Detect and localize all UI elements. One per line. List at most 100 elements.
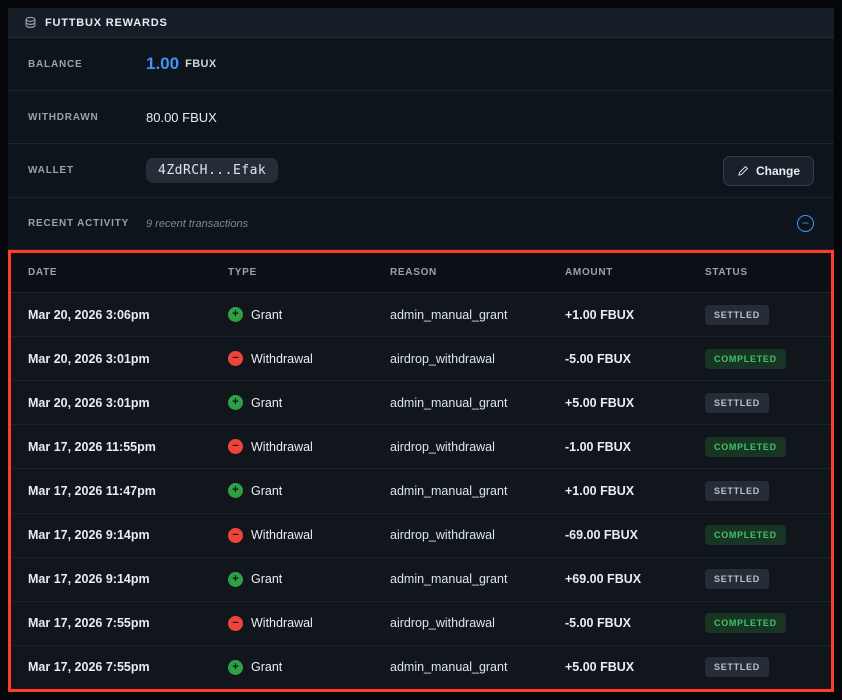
transaction-date: Mar 17, 2026 11:55pm: [28, 440, 228, 454]
table-row: Mar 17, 2026 11:55pm − Withdrawal airdro…: [11, 425, 831, 469]
status-badge: COMPLETED: [705, 613, 786, 633]
transaction-type: + Grant: [228, 660, 390, 675]
transaction-type: + Grant: [228, 395, 390, 410]
grant-plus-icon: +: [228, 572, 243, 587]
balance-unit: FBUX: [185, 58, 217, 70]
table-row: Mar 17, 2026 9:14pm − Withdrawal airdrop…: [11, 514, 831, 558]
transaction-amount: -69.00 FBUX: [565, 528, 705, 542]
column-header-type: TYPE: [228, 267, 390, 278]
withdrawn-value: 80.00 FBUX: [146, 110, 217, 125]
transaction-status: SETTLED: [705, 481, 831, 501]
recent-activity-row: RECENT ACTIVITY 9 recent transactions −: [8, 198, 834, 250]
table-header: DATE TYPE REASON AMOUNT STATUS: [11, 253, 831, 293]
collapse-minus-icon[interactable]: −: [797, 215, 814, 232]
transaction-status: SETTLED: [705, 305, 831, 325]
status-badge: SETTLED: [705, 481, 769, 501]
transaction-status: COMPLETED: [705, 437, 831, 457]
transaction-amount: +1.00 FBUX: [565, 308, 705, 322]
column-header-date: DATE: [28, 267, 228, 278]
grant-plus-icon: +: [228, 483, 243, 498]
grant-plus-icon: +: [228, 660, 243, 675]
transaction-status: COMPLETED: [705, 525, 831, 545]
status-badge: SETTLED: [705, 657, 769, 677]
grant-plus-icon: +: [228, 395, 243, 410]
transaction-type: + Grant: [228, 307, 390, 322]
transaction-amount: +5.00 FBUX: [565, 396, 705, 410]
transaction-date: Mar 17, 2026 9:14pm: [28, 572, 228, 586]
edit-pencil-icon: [737, 165, 749, 177]
grant-plus-icon: +: [228, 307, 243, 322]
transaction-type: + Grant: [228, 483, 390, 498]
status-badge: COMPLETED: [705, 437, 786, 457]
withdrawal-minus-icon: −: [228, 528, 243, 543]
transaction-amount: -5.00 FBUX: [565, 616, 705, 630]
status-badge: COMPLETED: [705, 349, 786, 369]
balance-row: BALANCE 1.00 FBUX: [8, 38, 834, 91]
table-row: Mar 20, 2026 3:01pm + Grant admin_manual…: [11, 381, 831, 425]
transaction-date: Mar 17, 2026 9:14pm: [28, 528, 228, 542]
table-row: Mar 17, 2026 7:55pm + Grant admin_manual…: [11, 646, 831, 689]
status-badge: COMPLETED: [705, 525, 786, 545]
transaction-amount: -1.00 FBUX: [565, 440, 705, 454]
transaction-reason: admin_manual_grant: [390, 396, 565, 410]
transaction-amount: +5.00 FBUX: [565, 660, 705, 674]
table-row: Mar 17, 2026 11:47pm + Grant admin_manua…: [11, 469, 831, 513]
transaction-type: + Grant: [228, 572, 390, 587]
column-header-reason: REASON: [390, 267, 565, 278]
balance-label: BALANCE: [28, 59, 146, 70]
activity-summary: 9 recent transactions: [146, 218, 248, 230]
balance-value: 1.00: [146, 54, 179, 74]
transaction-type-label: Grant: [251, 308, 282, 322]
table-body: Mar 20, 2026 3:06pm + Grant admin_manual…: [11, 293, 831, 689]
change-wallet-button[interactable]: Change: [723, 156, 814, 186]
transaction-amount: +69.00 FBUX: [565, 572, 705, 586]
transaction-reason: airdrop_withdrawal: [390, 616, 565, 630]
withdrawn-row: WITHDRAWN 80.00 FBUX: [8, 91, 834, 144]
table-row: Mar 17, 2026 9:14pm + Grant admin_manual…: [11, 558, 831, 602]
panel-title: FUTTBUX REWARDS: [45, 17, 168, 29]
transaction-status: SETTLED: [705, 569, 831, 589]
transaction-reason: admin_manual_grant: [390, 484, 565, 498]
withdrawn-label: WITHDRAWN: [28, 112, 146, 123]
withdrawal-minus-icon: −: [228, 616, 243, 631]
transaction-date: Mar 17, 2026 7:55pm: [28, 660, 228, 674]
transaction-status: COMPLETED: [705, 613, 831, 633]
status-badge: SETTLED: [705, 305, 769, 325]
transaction-type-label: Grant: [251, 572, 282, 586]
transaction-date: Mar 20, 2026 3:01pm: [28, 352, 228, 366]
transaction-amount: +1.00 FBUX: [565, 484, 705, 498]
transaction-type: − Withdrawal: [228, 439, 390, 454]
table-row: Mar 20, 2026 3:01pm − Withdrawal airdrop…: [11, 337, 831, 381]
wallet-address-pill: 4ZdRCH...Efak: [146, 158, 278, 183]
transaction-type-label: Grant: [251, 396, 282, 410]
coins-icon: [24, 16, 37, 29]
transaction-type: − Withdrawal: [228, 528, 390, 543]
column-header-amount: AMOUNT: [565, 267, 705, 278]
column-header-status: STATUS: [705, 267, 831, 278]
rewards-panel: FUTTBUX REWARDS BALANCE 1.00 FBUX WITHDR…: [8, 8, 834, 692]
wallet-row: WALLET 4ZdRCH...Efak Change: [8, 144, 834, 198]
wallet-label: WALLET: [28, 165, 146, 176]
withdrawal-minus-icon: −: [228, 439, 243, 454]
transaction-amount: -5.00 FBUX: [565, 352, 705, 366]
transaction-reason: admin_manual_grant: [390, 572, 565, 586]
transaction-type-label: Withdrawal: [251, 616, 313, 630]
transaction-date: Mar 17, 2026 7:55pm: [28, 616, 228, 630]
transaction-type-label: Withdrawal: [251, 352, 313, 366]
transaction-date: Mar 20, 2026 3:01pm: [28, 396, 228, 410]
transaction-type-label: Withdrawal: [251, 440, 313, 454]
transaction-reason: admin_manual_grant: [390, 660, 565, 674]
transactions-table-highlighted: DATE TYPE REASON AMOUNT STATUS Mar 20, 2…: [8, 250, 834, 692]
recent-activity-label: RECENT ACTIVITY: [28, 218, 146, 229]
transaction-reason: admin_manual_grant: [390, 308, 565, 322]
transaction-type-label: Grant: [251, 660, 282, 674]
table-row: Mar 17, 2026 7:55pm − Withdrawal airdrop…: [11, 602, 831, 646]
table-row: Mar 20, 2026 3:06pm + Grant admin_manual…: [11, 293, 831, 337]
transaction-status: SETTLED: [705, 393, 831, 413]
transaction-type-label: Withdrawal: [251, 528, 313, 542]
transaction-date: Mar 17, 2026 11:47pm: [28, 484, 228, 498]
change-button-label: Change: [756, 164, 800, 178]
transaction-date: Mar 20, 2026 3:06pm: [28, 308, 228, 322]
panel-header: FUTTBUX REWARDS: [8, 8, 834, 38]
transaction-status: COMPLETED: [705, 349, 831, 369]
